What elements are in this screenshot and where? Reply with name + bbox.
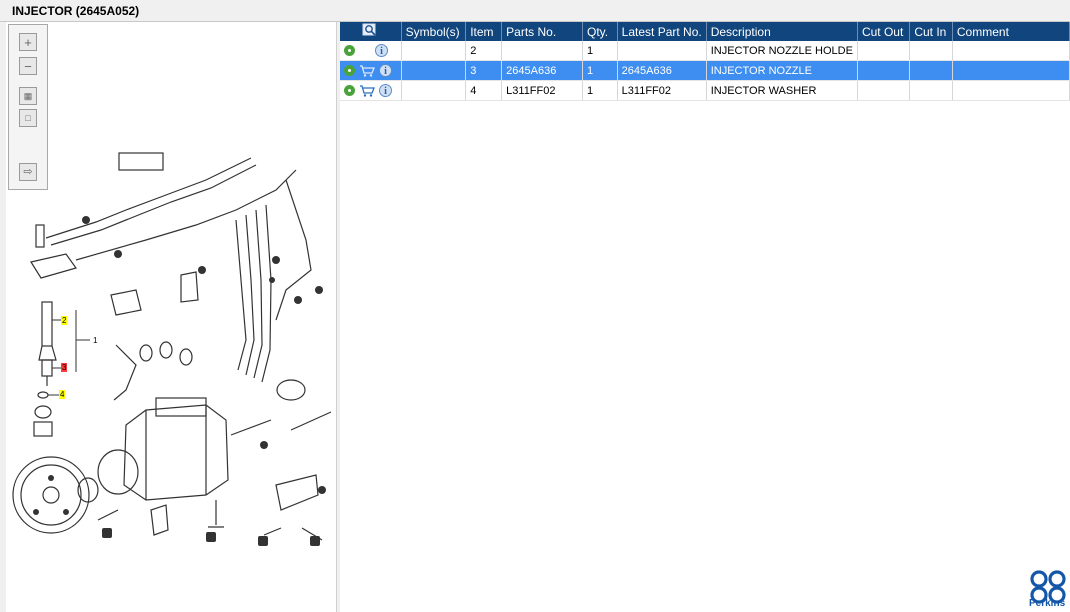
settings-gear-icon[interactable] — [344, 45, 355, 56]
cell-description: INJECTOR NOZZLE HOLDE — [706, 41, 858, 61]
col-item[interactable]: Item — [465, 22, 503, 41]
cell-cut-out — [857, 80, 911, 101]
cell-qty: 1 — [582, 41, 618, 61]
callout-1[interactable]: 1 — [92, 336, 98, 345]
cell-comment — [952, 60, 1070, 81]
cell-parts-no: L311FF02 — [501, 80, 583, 101]
detail-box-icon — [118, 152, 164, 171]
cell-description: INJECTOR NOZZLE — [706, 60, 858, 81]
cell-symbols — [401, 80, 467, 101]
cell-symbols — [401, 41, 467, 61]
table-row[interactable]: i 2 1 INJECTOR NOZZLE HOLDE — [340, 41, 1070, 61]
cart-icon[interactable] — [359, 64, 375, 77]
col-qty[interactable]: Qty. — [582, 22, 618, 41]
title-bar: INJECTOR (2645A052) — [0, 0, 1070, 22]
cell-latest-part-no: 2645A636 — [617, 60, 707, 81]
col-cut-in[interactable]: Cut In — [909, 22, 953, 41]
zoom-out-icon[interactable]: − — [19, 57, 37, 75]
cell-parts-no — [501, 41, 583, 61]
info-icon[interactable]: i — [379, 64, 392, 77]
col-parts-no[interactable]: Parts No. — [501, 22, 583, 41]
cell-item: 2 — [465, 41, 503, 61]
cell-cut-in — [909, 41, 953, 61]
cell-qty: 1 — [582, 60, 618, 81]
cell-item: 4 — [465, 80, 503, 101]
table-row[interactable]: i 3 2645A636 1 2645A636 INJECTOR NOZZLE — [340, 60, 1070, 81]
info-icon[interactable]: i — [375, 44, 388, 57]
cell-cut-in — [909, 60, 953, 81]
zoom-in-icon[interactable]: + — [19, 33, 37, 51]
cell-item: 3 — [465, 60, 503, 81]
cell-cut-in — [909, 80, 953, 101]
window-title: INJECTOR (2645A052) — [12, 4, 140, 18]
col-cut-out[interactable]: Cut Out — [857, 22, 911, 41]
brand-name: Perkins — [1029, 598, 1066, 609]
actual-size-icon[interactable]: □ — [19, 109, 37, 127]
cell-description: INJECTOR WASHER — [706, 80, 858, 101]
callout-4[interactable]: 4 — [59, 390, 66, 399]
settings-gear-icon[interactable] — [344, 65, 355, 76]
callout-2[interactable]: 2 — [61, 316, 68, 325]
col-latest-part-no[interactable]: Latest Part No. — [617, 22, 707, 41]
col-symbols[interactable]: Symbol(s) — [401, 22, 467, 41]
cell-comment — [952, 41, 1070, 61]
cell-qty: 1 — [582, 80, 618, 101]
cell-cut-out — [857, 60, 911, 81]
fit-all-icon[interactable]: ▦ — [19, 87, 37, 105]
cell-latest-part-no — [617, 41, 707, 61]
table-row[interactable]: i 4 L311FF02 1 L311FF02 INJECTOR WASHER — [340, 80, 1070, 101]
parts-diagram[interactable] — [6, 150, 336, 570]
cell-latest-part-no: L311FF02 — [617, 80, 707, 101]
callout-3[interactable]: 3 — [61, 363, 68, 372]
cell-parts-no: 2645A636 — [501, 60, 583, 81]
col-comment[interactable]: Comment — [952, 22, 1070, 41]
settings-gear-icon[interactable] — [344, 85, 355, 96]
parts-table: Symbol(s) Item Parts No. Qty. Latest Par… — [340, 22, 1070, 101]
info-icon[interactable]: i — [379, 84, 392, 97]
table-header: Symbol(s) Item Parts No. Qty. Latest Par… — [340, 22, 1070, 41]
col-search-icon[interactable] — [340, 22, 402, 41]
cell-comment — [952, 80, 1070, 101]
cart-icon[interactable] — [359, 84, 375, 97]
col-description[interactable]: Description — [706, 22, 858, 41]
cell-cut-out — [857, 41, 911, 61]
cell-symbols — [401, 60, 467, 81]
parts-list-pane: Symbol(s) Item Parts No. Qty. Latest Par… — [340, 22, 1070, 612]
search-icon[interactable] — [362, 23, 378, 37]
